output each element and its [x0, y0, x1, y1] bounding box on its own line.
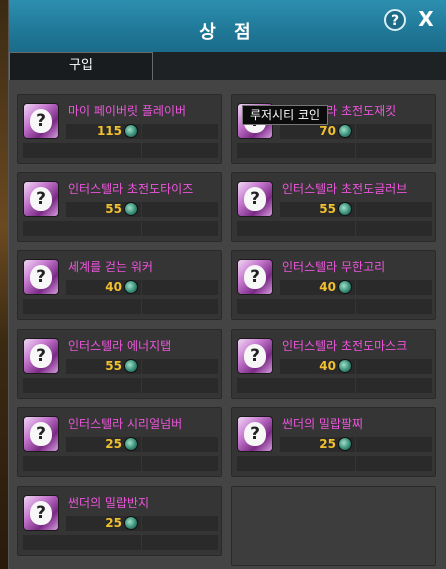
- empty-slot: [356, 378, 432, 393]
- empty-slot: [356, 143, 432, 158]
- empty-slot: [142, 299, 218, 314]
- empty-slot: [356, 299, 432, 314]
- close-button[interactable]: X: [415, 6, 437, 32]
- coin-icon[interactable]: [338, 280, 352, 294]
- empty-slot: [142, 456, 218, 471]
- item-price: 40: [319, 280, 336, 294]
- mystery-box-icon: ?: [237, 416, 273, 452]
- tab-buy[interactable]: 구입: [9, 52, 153, 80]
- coin-icon[interactable]: [124, 124, 138, 138]
- empty-slot: [142, 280, 218, 295]
- empty-slot: [142, 516, 218, 531]
- empty-slot: [142, 221, 218, 236]
- shop-item[interactable]: ? 썬더의 밀랍팔찌 25: [231, 407, 436, 477]
- window-header[interactable]: 상 점 ? X: [9, 0, 446, 56]
- mystery-box-icon: ?: [237, 181, 273, 217]
- item-name: 세계를 걷는 워커: [68, 260, 153, 274]
- item-price: 115: [96, 124, 122, 138]
- mystery-box-icon: ?: [23, 416, 59, 452]
- shop-item[interactable]: ? 인터스텔라 초전도글러브 55: [231, 172, 436, 242]
- item-name: 인터스텔라 초전도마스크: [282, 339, 408, 353]
- mystery-box-icon: ?: [23, 495, 59, 531]
- mystery-box-icon: ?: [23, 103, 59, 139]
- empty-slot: [356, 202, 432, 217]
- mystery-box-icon: ?: [23, 338, 59, 374]
- item-price: 55: [319, 202, 336, 216]
- empty-slot: [356, 221, 432, 236]
- shop-item[interactable]: ? 인터스텔라 초전도타이즈 55: [17, 172, 222, 242]
- item-name: 인터스텔라 초전도타이즈: [68, 182, 194, 196]
- item-price: 55: [105, 359, 122, 373]
- coin-icon[interactable]: [124, 280, 138, 294]
- shop-item[interactable]: ? 인터스텔라 시리얼넘버 25: [17, 407, 222, 477]
- empty-slot: [142, 359, 218, 374]
- empty-slot: [23, 143, 141, 158]
- empty-card: [231, 486, 436, 566]
- coin-icon[interactable]: [124, 202, 138, 216]
- item-price: 40: [105, 280, 122, 294]
- coin-icon[interactable]: [338, 437, 352, 451]
- empty-slot: [237, 221, 355, 236]
- item-name: 인터스텔라 초전도글러브: [282, 182, 408, 196]
- item-name: 썬더의 밀랍팔찌: [282, 417, 364, 431]
- empty-slot: [23, 221, 141, 236]
- empty-slot: [356, 280, 432, 295]
- item-price: 40: [319, 359, 336, 373]
- mystery-box-icon: ?: [237, 338, 273, 374]
- item-price: 70: [319, 124, 336, 138]
- mystery-box-icon: ?: [23, 181, 59, 217]
- coin-icon[interactable]: [338, 202, 352, 216]
- empty-slot: [356, 456, 432, 471]
- empty-slot: [356, 124, 432, 139]
- help-button[interactable]: ?: [384, 9, 406, 31]
- empty-slot: [237, 299, 355, 314]
- shop-item[interactable]: ? 마이 페이버릿 플레이버 115: [17, 94, 222, 164]
- shop-item[interactable]: ? 썬더의 밀랍반지 25: [17, 486, 222, 556]
- coin-icon[interactable]: [124, 359, 138, 373]
- item-price: 25: [105, 437, 122, 451]
- item-name: 인터스텔라 무한고리: [282, 260, 386, 274]
- empty-slot: [237, 378, 355, 393]
- mystery-box-icon: ?: [23, 259, 59, 295]
- empty-slot: [142, 202, 218, 217]
- empty-slot: [142, 535, 218, 550]
- shop-item[interactable]: ? 인터스텔라 무한고리 40: [231, 250, 436, 320]
- empty-slot: [23, 299, 141, 314]
- empty-slot: [23, 456, 141, 471]
- empty-slot: [23, 535, 141, 550]
- item-name: 썬더의 밀랍반지: [68, 496, 150, 510]
- empty-slot: [142, 143, 218, 158]
- empty-slot: [237, 456, 355, 471]
- item-price: 25: [319, 437, 336, 451]
- mystery-box-icon: ?: [237, 259, 273, 295]
- item-price: 55: [105, 202, 122, 216]
- coin-icon[interactable]: [338, 359, 352, 373]
- empty-slot: [23, 378, 141, 393]
- empty-slot: [237, 143, 355, 158]
- item-name: 마이 페이버릿 플레이버: [68, 104, 187, 118]
- item-name: 인터스텔라 에너지탭: [68, 339, 172, 353]
- coin-tooltip: 루저시티 코인: [242, 105, 328, 125]
- item-name: 인터스텔라 시리얼넘버: [68, 417, 183, 431]
- shop-window: 상 점 ? X 구입 ? 마이 페이버릿 플레이버 115 ? 인터스텔라 초전…: [8, 0, 446, 569]
- item-price: 25: [105, 516, 122, 530]
- shop-item[interactable]: ? 인터스텔라 초전도마스크 40: [231, 329, 436, 399]
- item-grid: ? 마이 페이버릿 플레이버 115 ? 인터스텔라 초전도재킷 70 ? 인터…: [9, 80, 446, 569]
- empty-slot: [142, 378, 218, 393]
- empty-slot: [142, 124, 218, 139]
- shop-item[interactable]: ? 세계를 걷는 워커 40: [17, 250, 222, 320]
- coin-icon[interactable]: [124, 437, 138, 451]
- coin-icon[interactable]: [338, 124, 352, 138]
- window-title: 상 점: [199, 22, 257, 43]
- coin-icon[interactable]: [124, 516, 138, 530]
- empty-slot: [142, 437, 218, 452]
- empty-slot: [356, 437, 432, 452]
- empty-slot: [356, 359, 432, 374]
- shop-item[interactable]: ? 인터스텔라 에너지탭 55: [17, 329, 222, 399]
